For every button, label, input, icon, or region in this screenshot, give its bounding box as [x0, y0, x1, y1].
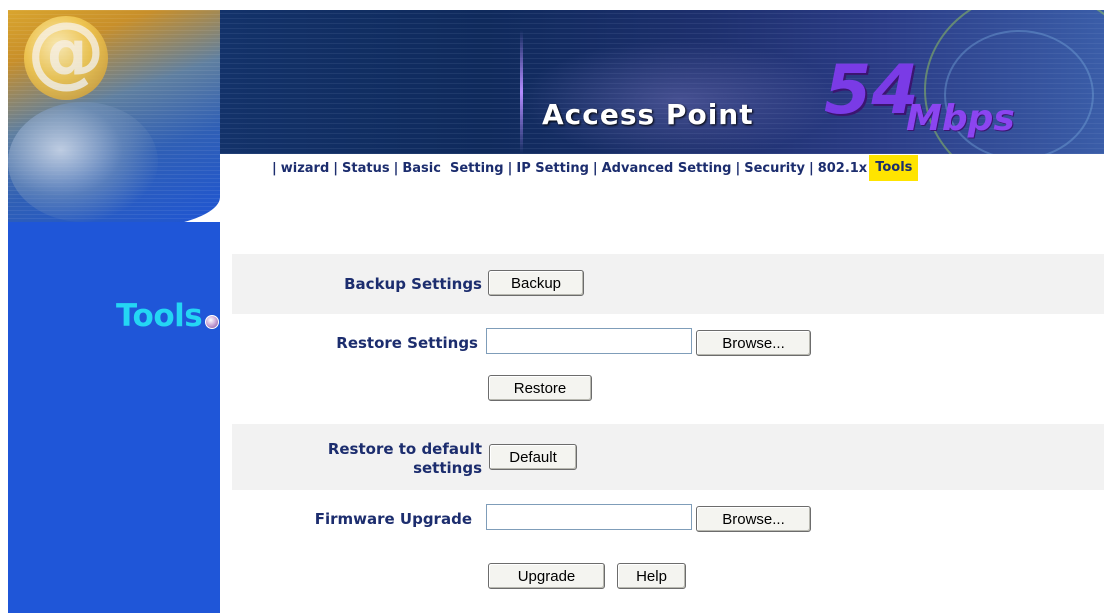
restore-button[interactable]: Restore [488, 375, 592, 401]
restore-default-label: Restore to default settings [232, 440, 482, 478]
banner-light-beam [520, 30, 523, 154]
main-nav: | wizard | Status | Basic Setting | IP S… [268, 154, 1104, 182]
nav-item-wizard[interactable]: wizard [281, 161, 330, 176]
nav-separator: | [393, 160, 399, 176]
page-heading: Tools [116, 298, 203, 334]
at-sign-logo-icon: @ [24, 10, 108, 100]
default-button[interactable]: Default [489, 444, 577, 470]
nav-item-8021x[interactable]: 802.1x [818, 161, 868, 176]
banner-glow [520, 40, 840, 154]
logo-panel: @ [8, 10, 220, 231]
nav-separator: | [735, 160, 741, 176]
nav-separator: | [272, 160, 277, 176]
backup-settings-label: Backup Settings [344, 275, 482, 293]
restore-default-label-line2: settings [413, 459, 482, 477]
heading-bullet-icon [205, 315, 219, 329]
nav-item-basic-setting[interactable]: Basic Setting [402, 161, 503, 176]
help-button[interactable]: Help [617, 563, 686, 589]
restore-browse-button[interactable]: Browse... [696, 330, 811, 356]
left-sidebar [8, 222, 220, 613]
banner-speed-unit: Mbps [906, 98, 1015, 139]
firmware-browse-button[interactable]: Browse... [696, 506, 811, 532]
restore-settings-label: Restore Settings [336, 334, 478, 352]
restore-default-label-line1: Restore to default [327, 440, 482, 458]
nav-separator: | [592, 160, 598, 176]
firmware-upgrade-label: Firmware Upgrade [314, 510, 472, 528]
nav-item-tools[interactable]: Tools [869, 155, 919, 181]
banner-title: Access Point [542, 98, 754, 131]
nav-separator: | [507, 160, 513, 176]
banner-speed: 54 [824, 51, 919, 130]
header-banner: Access Point 54 Mbps [220, 10, 1104, 154]
upgrade-button[interactable]: Upgrade [488, 563, 605, 589]
nav-separator: | [333, 160, 339, 176]
restore-file-input[interactable] [486, 328, 692, 354]
nav-item-advanced-setting[interactable]: Advanced Setting [602, 161, 732, 176]
globe-image [8, 102, 158, 222]
nav-separator: | [808, 160, 814, 176]
nav-item-security[interactable]: Security [744, 161, 805, 176]
firmware-file-input[interactable] [486, 504, 692, 530]
nav-item-status[interactable]: Status [342, 161, 390, 176]
at-sign-glyph: @ [27, 10, 105, 97]
nav-item-ip-setting[interactable]: IP Setting [516, 161, 589, 176]
backup-button[interactable]: Backup [488, 270, 584, 296]
